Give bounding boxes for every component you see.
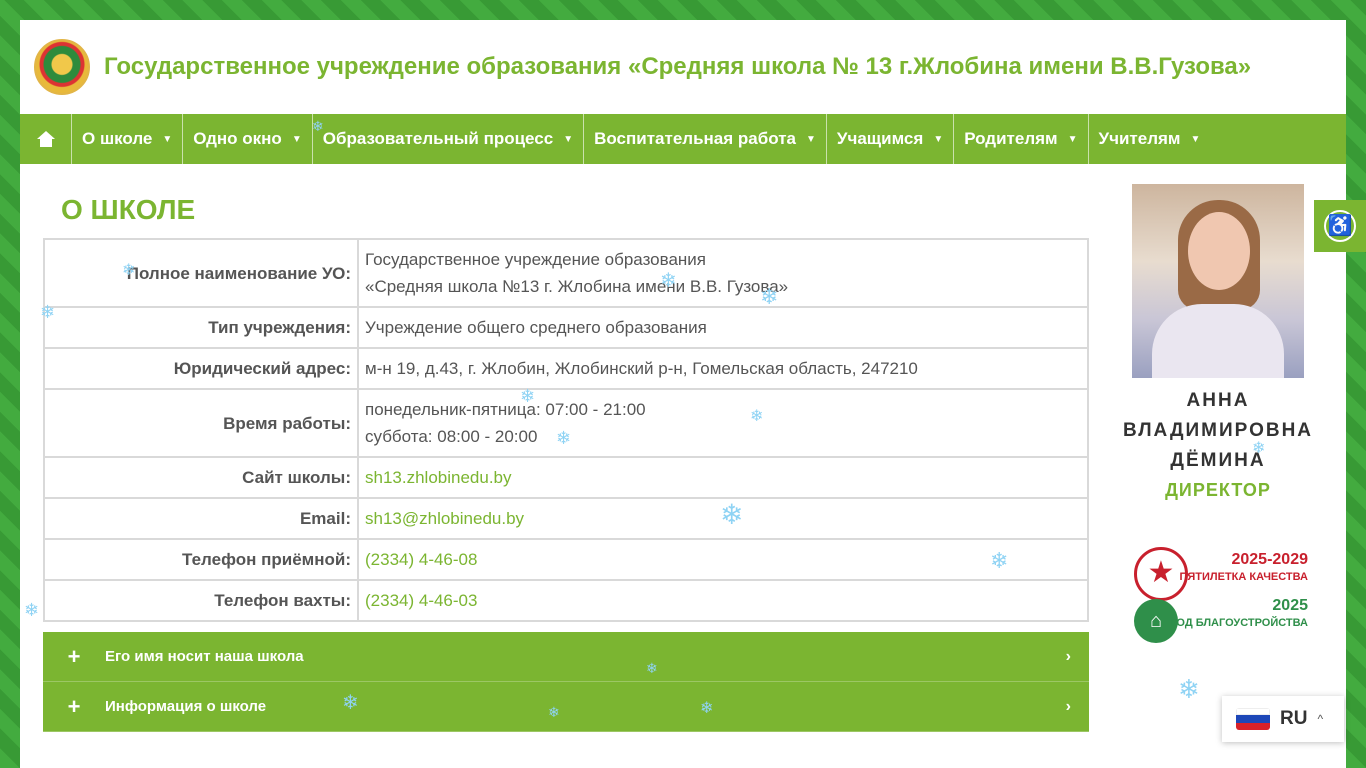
nav-item-label: Образовательный процесс [322, 129, 554, 148]
home-icon [36, 131, 55, 147]
table-row: Время работы: понедельник-пятница: 07:00… [43, 388, 1089, 458]
table-row: Телефон вахты: (2334) 4-46-03 [43, 579, 1089, 622]
row-value: Государственное учреждение образования «… [357, 238, 1089, 308]
banner-years: 2025-2029 [1231, 551, 1308, 568]
nav-item-label: Учителям [1098, 129, 1181, 148]
email-link[interactable]: sh13@zhlobinedu.by [357, 497, 1089, 540]
row-label: Юридический адрес: [43, 347, 359, 390]
security-phone-link[interactable]: (2334) 4-46-03 [357, 579, 1089, 622]
caret-down-icon: ▼ [1067, 133, 1078, 145]
row-label: Телефон вахты: [43, 579, 359, 622]
content-area: О школе Полное наименование УО: Государс… [20, 164, 1346, 732]
director-role: Директор [1165, 480, 1271, 500]
caret-down-icon: ▼ [805, 133, 816, 145]
site-title[interactable]: Государственное учреждение образования «… [104, 53, 1251, 81]
caret-down-icon: ▼ [563, 133, 574, 145]
table-row: Email: sh13@zhlobinedu.by [43, 497, 1089, 540]
site-header: Государственное учреждение образования «… [20, 20, 1346, 114]
accessibility-button[interactable]: ♿ [1314, 200, 1366, 252]
table-row: Телефон приёмной: (2334) 4-46-08 [43, 538, 1089, 581]
row-label: Тип учреждения: [43, 306, 359, 349]
table-row: Тип учреждения: Учреждение общего средне… [43, 306, 1089, 349]
row-value: Учреждение общего среднего образования [357, 306, 1089, 349]
row-value: понедельник-пятница: 07:00 - 21:00 суббо… [357, 388, 1089, 458]
russia-flag-icon [1236, 708, 1270, 730]
accordion-label: Информация о школе [105, 698, 267, 715]
value-line: «Средняя школа №13 г. Жлобина имени В.В.… [365, 277, 789, 296]
photo-dress [1152, 304, 1284, 378]
plus-icon: + [67, 643, 81, 669]
nav-item-parents[interactable]: Родителям ▼ [954, 114, 1089, 164]
accordion-item-school-info[interactable]: + Информация о школе › [43, 682, 1089, 732]
caret-down-icon: ▼ [1190, 133, 1201, 145]
coat-of-arms-logo[interactable] [34, 39, 90, 95]
nav-item-label: Учащимся [836, 129, 924, 148]
photo-face [1188, 212, 1250, 290]
value-line: Государственное учреждение образования [365, 250, 707, 269]
caret-down-icon: ▼ [933, 133, 944, 145]
banner-title1: ПЯТИЛЕТКА КАЧЕСТВА [1179, 571, 1308, 583]
nav-item-education[interactable]: Образовательный процесс ▼ [313, 114, 585, 164]
row-label: Телефон приёмной: [43, 538, 359, 581]
main-nav: О школе ▼ Одно окно ▼ Образовательный пр… [20, 114, 1346, 164]
language-switcher[interactable]: RU ^ [1222, 696, 1344, 742]
value-line: понедельник-пятница: 07:00 - 21:00 [365, 400, 646, 419]
nav-item-teachers[interactable]: Учителям ▼ [1089, 114, 1211, 164]
plus-icon: + [67, 693, 81, 719]
nav-item-students[interactable]: Учащимся ▼ [827, 114, 955, 164]
language-code: RU [1280, 708, 1308, 729]
sidebar: Анна Владимировна Дёмина Директор ★ ⌂ 20… [1090, 164, 1346, 732]
nav-item-one-window[interactable]: Одно окно ▼ [183, 114, 313, 164]
accordion-item-namesake[interactable]: + Его имя носит наша школа › [43, 632, 1089, 682]
nav-item-label: О школе [82, 129, 153, 148]
banner-year2: 2025 [1272, 597, 1308, 614]
director-name: Анна Владимировна Дёмина [1122, 390, 1314, 471]
table-row: Полное наименование УО: Государственное … [43, 238, 1089, 308]
reception-phone-link[interactable]: (2334) 4-46-08 [357, 538, 1089, 581]
accordion: + Его имя носит наша школа › + Информаци… [43, 632, 1089, 732]
caret-down-icon: ▼ [162, 133, 173, 145]
row-value: м-н 19, д.43, г. Жлобин, Жлобинский р-н,… [357, 347, 1089, 390]
row-label: Полное наименование УО: [43, 238, 359, 308]
nav-item-label: Одно окно [193, 129, 282, 148]
chevron-up-icon: ^ [1317, 712, 1324, 726]
nav-item-about[interactable]: О школе ▼ [72, 114, 184, 164]
director-photo [1132, 184, 1304, 378]
nav-item-label: Воспитательная работа [594, 129, 796, 148]
school-info-table: Полное наименование УО: Государственное … [43, 238, 1089, 622]
nav-item-label: Родителям [964, 129, 1058, 148]
website-link[interactable]: sh13.zhlobinedu.by [357, 456, 1089, 499]
accordion-label: Его имя носит наша школа [105, 648, 304, 665]
value-line: суббота: 08:00 - 20:00 [365, 427, 538, 446]
table-row: Сайт школы: sh13.zhlobinedu.by [43, 456, 1089, 499]
quality-banner[interactable]: ★ ⌂ 2025-2029 ПЯТИЛЕТКА КАЧЕСТВА 2025 ГО… [1120, 541, 1316, 645]
row-label: Сайт школы: [43, 456, 359, 499]
nav-home[interactable] [20, 114, 72, 164]
row-label: Email: [43, 497, 359, 540]
page-container: Государственное учреждение образования «… [20, 20, 1346, 768]
nav-item-upbringing[interactable]: Воспитательная работа ▼ [584, 114, 827, 164]
chevron-right-icon: › [1065, 697, 1071, 715]
table-row: Юридический адрес: м-н 19, д.43, г. Жлоб… [43, 347, 1089, 390]
accessibility-icon: ♿ [1324, 210, 1356, 242]
main-column: О школе Полное наименование УО: Государс… [20, 164, 1090, 732]
row-label: Время работы: [43, 388, 359, 458]
banner-title2: ГОД БЛАГОУСТРОЙСТВА [1170, 617, 1308, 629]
chevron-right-icon: › [1065, 647, 1071, 665]
page-title: О школе [61, 194, 196, 225]
caret-down-icon: ▼ [291, 133, 302, 145]
